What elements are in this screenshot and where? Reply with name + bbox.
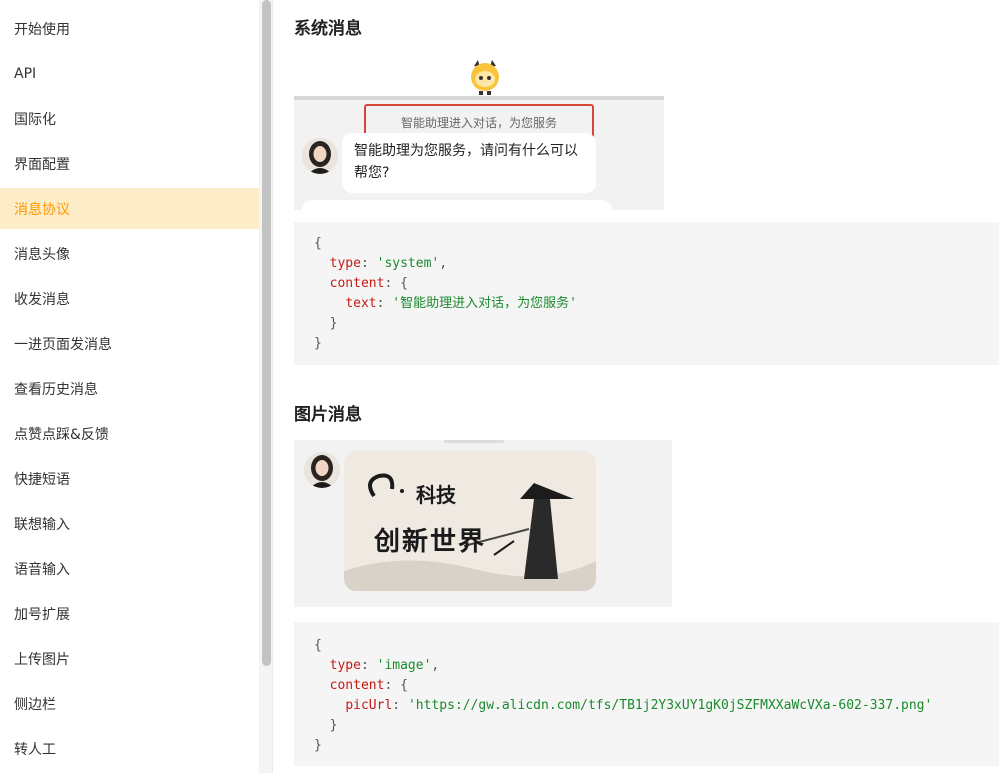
divider	[444, 440, 504, 443]
code-line: type: 'system',	[329, 256, 448, 271]
sidebar-item-side-bar[interactable]: 侧边栏	[0, 683, 259, 724]
code-line: picUrl: 'https://gw.alicdn.com/tfs/TB1j2…	[345, 698, 933, 713]
image-message-title: 图片消息	[294, 405, 362, 425]
chat-bubble: 智能助理为您服务，请问有什么可以帮您?	[342, 133, 596, 193]
code-line: }	[329, 316, 338, 331]
avatar-person-icon	[302, 138, 338, 174]
sidebar-item-getting-started[interactable]: 开始使用	[0, 8, 259, 49]
image-message-picture[interactable]: 科技 创新世界	[344, 451, 596, 591]
sidebar-item-transfer-human[interactable]: 转人工	[0, 728, 259, 769]
code-line: {	[314, 236, 322, 251]
sidebar-item-api[interactable]: API	[0, 53, 259, 94]
chat-bubble-partial	[302, 200, 612, 210]
main-content: 系统消息 智能助理进入对话，为您服务 智能助理为您服务，请问有什么可以帮您? {…	[274, 0, 999, 773]
sidebar-item-feedback[interactable]: 点赞点踩&反馈	[0, 413, 259, 454]
robot-mascot-icon	[471, 60, 499, 95]
sidebar-item-message-on-enter[interactable]: 一进页面发消息	[0, 323, 259, 364]
system-message-demo: 智能助理进入对话，为您服务 智能助理为您服务，请问有什么可以帮您?	[294, 96, 664, 210]
sidebar-item-message-avatar[interactable]: 消息头像	[0, 233, 259, 274]
chat-bubble-text: 智能助理为您服务，请问有什么可以帮您?	[354, 143, 578, 181]
code-line: {	[314, 638, 322, 653]
code-line: content: {	[329, 678, 408, 693]
image-text-line2: 创新世界	[374, 527, 487, 557]
sidebar-item-send-receive[interactable]: 收发消息	[0, 278, 259, 319]
system-code-block: { type: 'system', content: { text: '智能助理…	[294, 222, 999, 365]
sidebar-item-autocomplete[interactable]: 联想输入	[0, 503, 259, 544]
code-line: text: '智能助理进入对话，为您服务'	[345, 296, 577, 311]
sidebar-nav: 开始使用 API 国际化 界面配置 消息协议 消息头像 收发消息 一进页面发消息…	[0, 0, 259, 773]
image-code-block: { type: 'image', content: { picUrl: 'htt…	[294, 622, 999, 766]
avatar-person-icon	[304, 452, 340, 488]
sidebar-item-history[interactable]: 查看历史消息	[0, 368, 259, 409]
image-text-line1: 科技	[416, 483, 456, 507]
sidebar-scroll-thumb[interactable]	[262, 0, 271, 666]
sidebar-item-quick-replies[interactable]: 快捷短语	[0, 458, 259, 499]
code-line: }	[329, 718, 338, 733]
avatar	[302, 138, 338, 174]
sidebar-item-ui-config[interactable]: 界面配置	[0, 143, 259, 184]
sidebar-item-voice-input[interactable]: 语音输入	[0, 548, 259, 589]
sidebar-item-upload-image[interactable]: 上传图片	[0, 638, 259, 679]
image-message-demo: 科技 创新世界	[294, 440, 672, 607]
system-message-title: 系统消息	[294, 19, 362, 39]
code-line: type: 'image',	[329, 658, 440, 673]
code-line: }	[314, 738, 322, 753]
sidebar-item-plus-extension[interactable]: 加号扩展	[0, 593, 259, 634]
avatar	[304, 452, 340, 488]
sidebar-item-message-protocol[interactable]: 消息协议	[0, 188, 259, 229]
code-line: content: {	[329, 276, 408, 291]
sidebar-item-i18n[interactable]: 国际化	[0, 98, 259, 139]
system-message-text: 智能助理进入对话，为您服务	[400, 115, 557, 130]
code-line: }	[314, 336, 322, 351]
